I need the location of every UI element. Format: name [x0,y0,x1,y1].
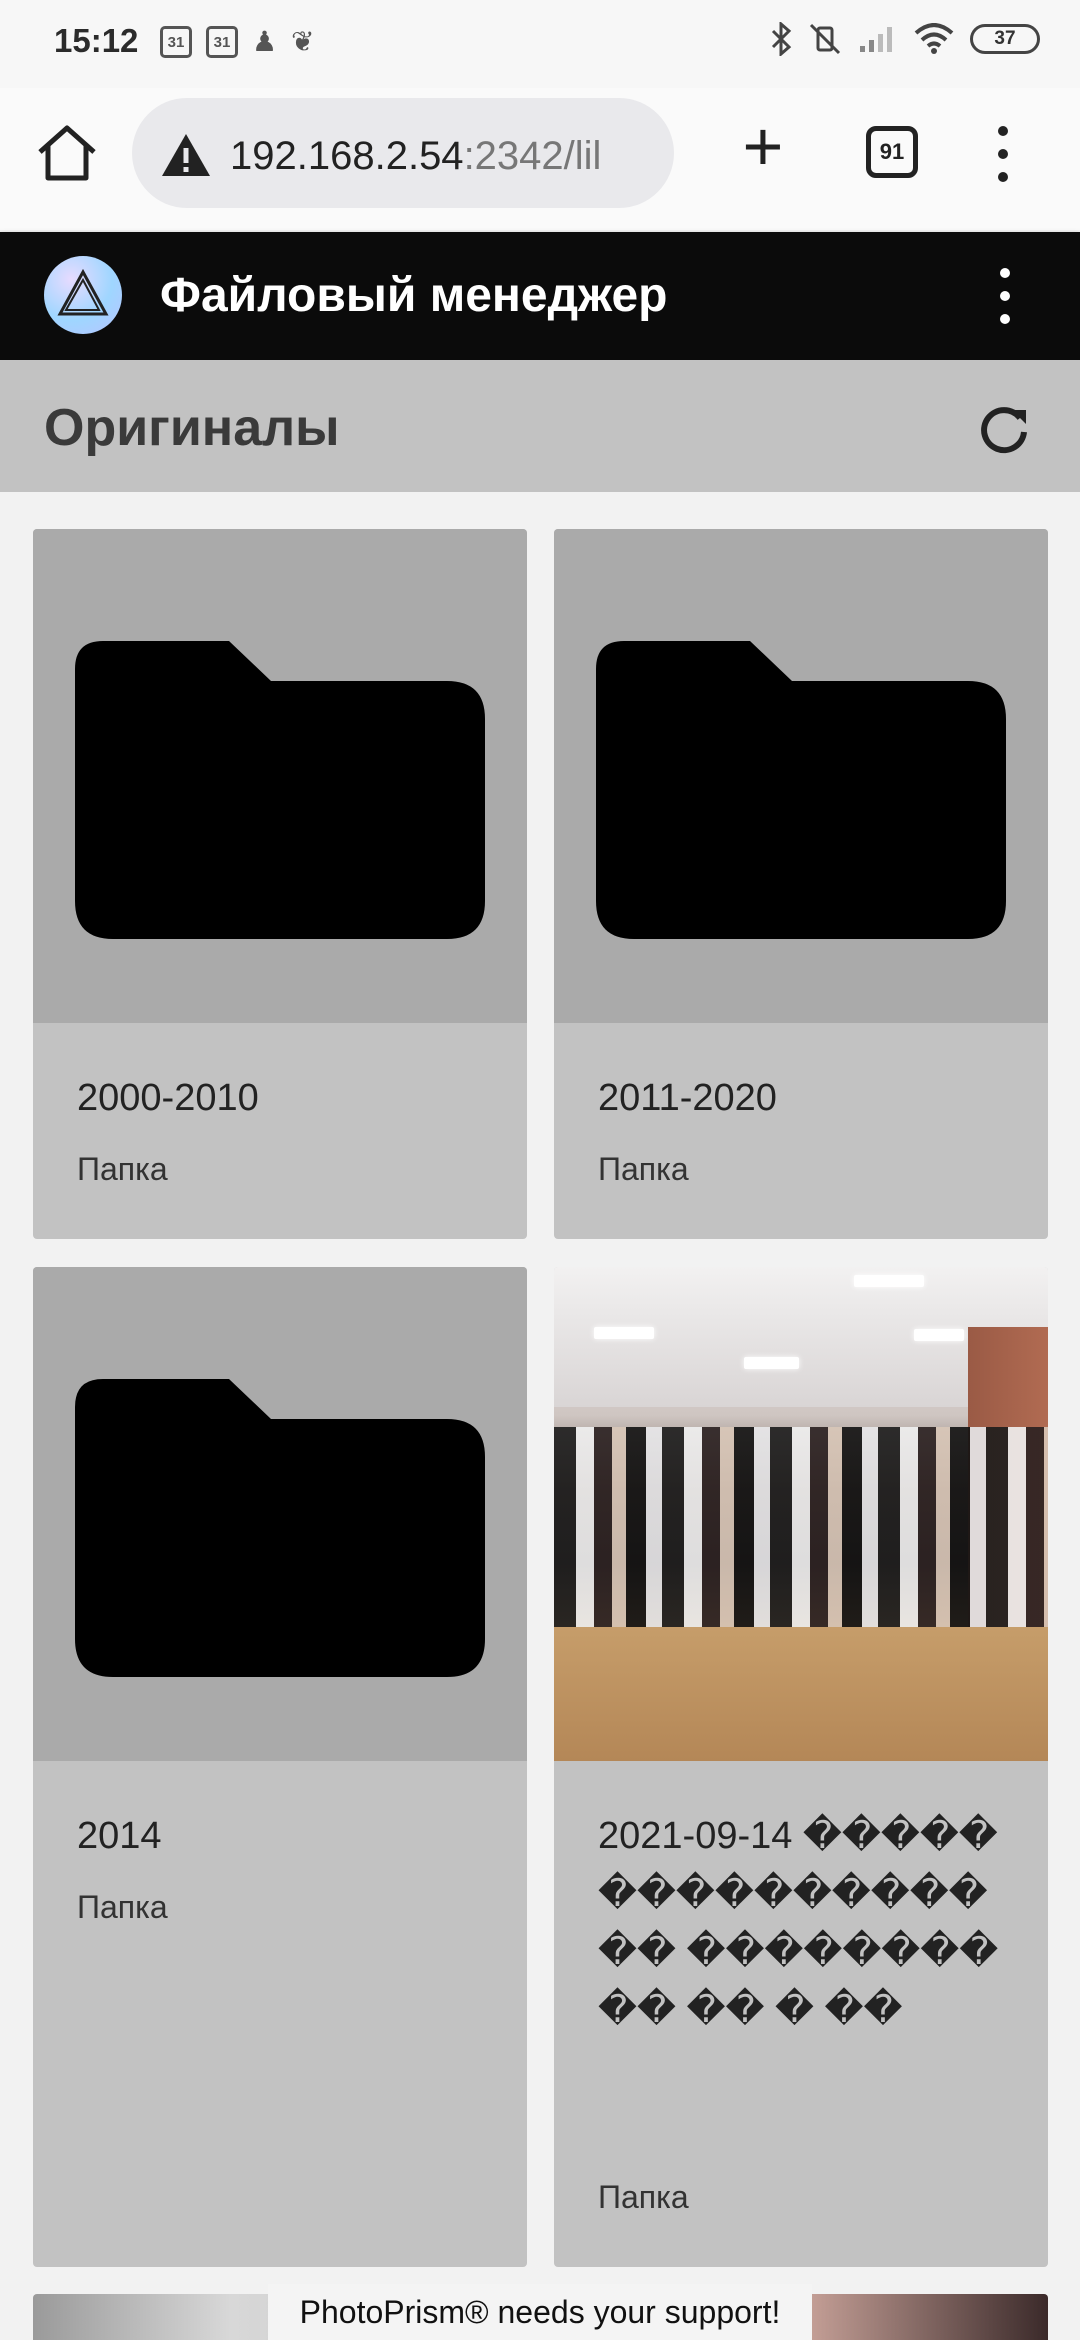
url-path: :2342/lil [463,134,602,178]
calendar-icon: 31 [160,26,192,58]
item-type: Папка [77,1151,168,1187]
triangle-logo-icon [57,268,109,316]
status-bar: 15:12 31 31 ♟ ❦ 37 [0,0,1080,88]
folder-thumbnail[interactable] [554,529,1048,1023]
folder-card[interactable]: 2000-2010 Папка [33,529,527,1239]
folder-card[interactable]: 2014 Папка [33,1267,527,2267]
notification-icons: 31 31 ♟ ❦ [160,26,315,58]
url-host: 192.168.2.54 [230,134,464,178]
vibrate-off-icon [809,23,841,55]
item-name: 2011-2020 [598,1077,777,1119]
wifi-icon [914,23,954,54]
url-text[interactable]: 192.168.2.54:2342/lil [230,134,601,179]
item-type: Папка [77,1889,168,1925]
folder-card[interactable]: 2011-2020 Папка [554,529,1048,1239]
item-name: 2021-09-14 ����� ���������� �� ���������… [598,1815,999,2031]
folder-card[interactable]: 2021-09-14 ����� ���������� �� ���������… [554,1267,1048,2267]
item-name: 2014 [77,1815,162,1857]
address-bar[interactable]: 192.168.2.54:2342/lil [132,98,674,208]
page-title: Оригиналы [44,399,340,457]
app-logo[interactable] [44,256,122,334]
calendar-icon: 31 [206,26,238,58]
folder-icon [75,641,485,939]
battery-icon: 37 [970,24,1040,54]
system-icons: 37 [770,22,1040,56]
folder-thumbnail[interactable] [33,529,527,1023]
item-name: 2000-2010 [77,1077,259,1119]
browser-menu-button[interactable] [990,126,1016,182]
app-bar: Файловый менеджер [0,232,1080,360]
app-title: Файловый менеджер [160,269,668,322]
warning-icon[interactable] [160,132,212,178]
signal-icon [860,27,892,52]
page-toolbar: Оригиналы [0,360,1080,492]
bird-icon: ❦ [291,26,315,57]
refresh-icon[interactable] [976,402,1032,458]
duck-icon: ♟ [252,26,278,57]
support-banner[interactable]: PhotoPrism® needs your support! [268,2284,812,2340]
tabs-button[interactable]: 91 [866,126,918,178]
app-menu-button[interactable] [992,268,1018,324]
folder-photo-thumbnail[interactable] [554,1267,1048,1761]
folder-thumbnail[interactable] [33,1267,527,1761]
item-type: Папка [598,1151,689,1187]
folder-icon [596,641,1006,939]
home-icon[interactable] [32,118,102,188]
status-time: 15:12 [54,22,139,59]
browser-toolbar: 192.168.2.54:2342/lil + 91 [0,88,1080,230]
bluetooth-icon [771,22,792,56]
item-type: Папка [598,2179,689,2215]
new-tab-button[interactable]: + [732,111,794,181]
folder-icon [75,1379,485,1677]
